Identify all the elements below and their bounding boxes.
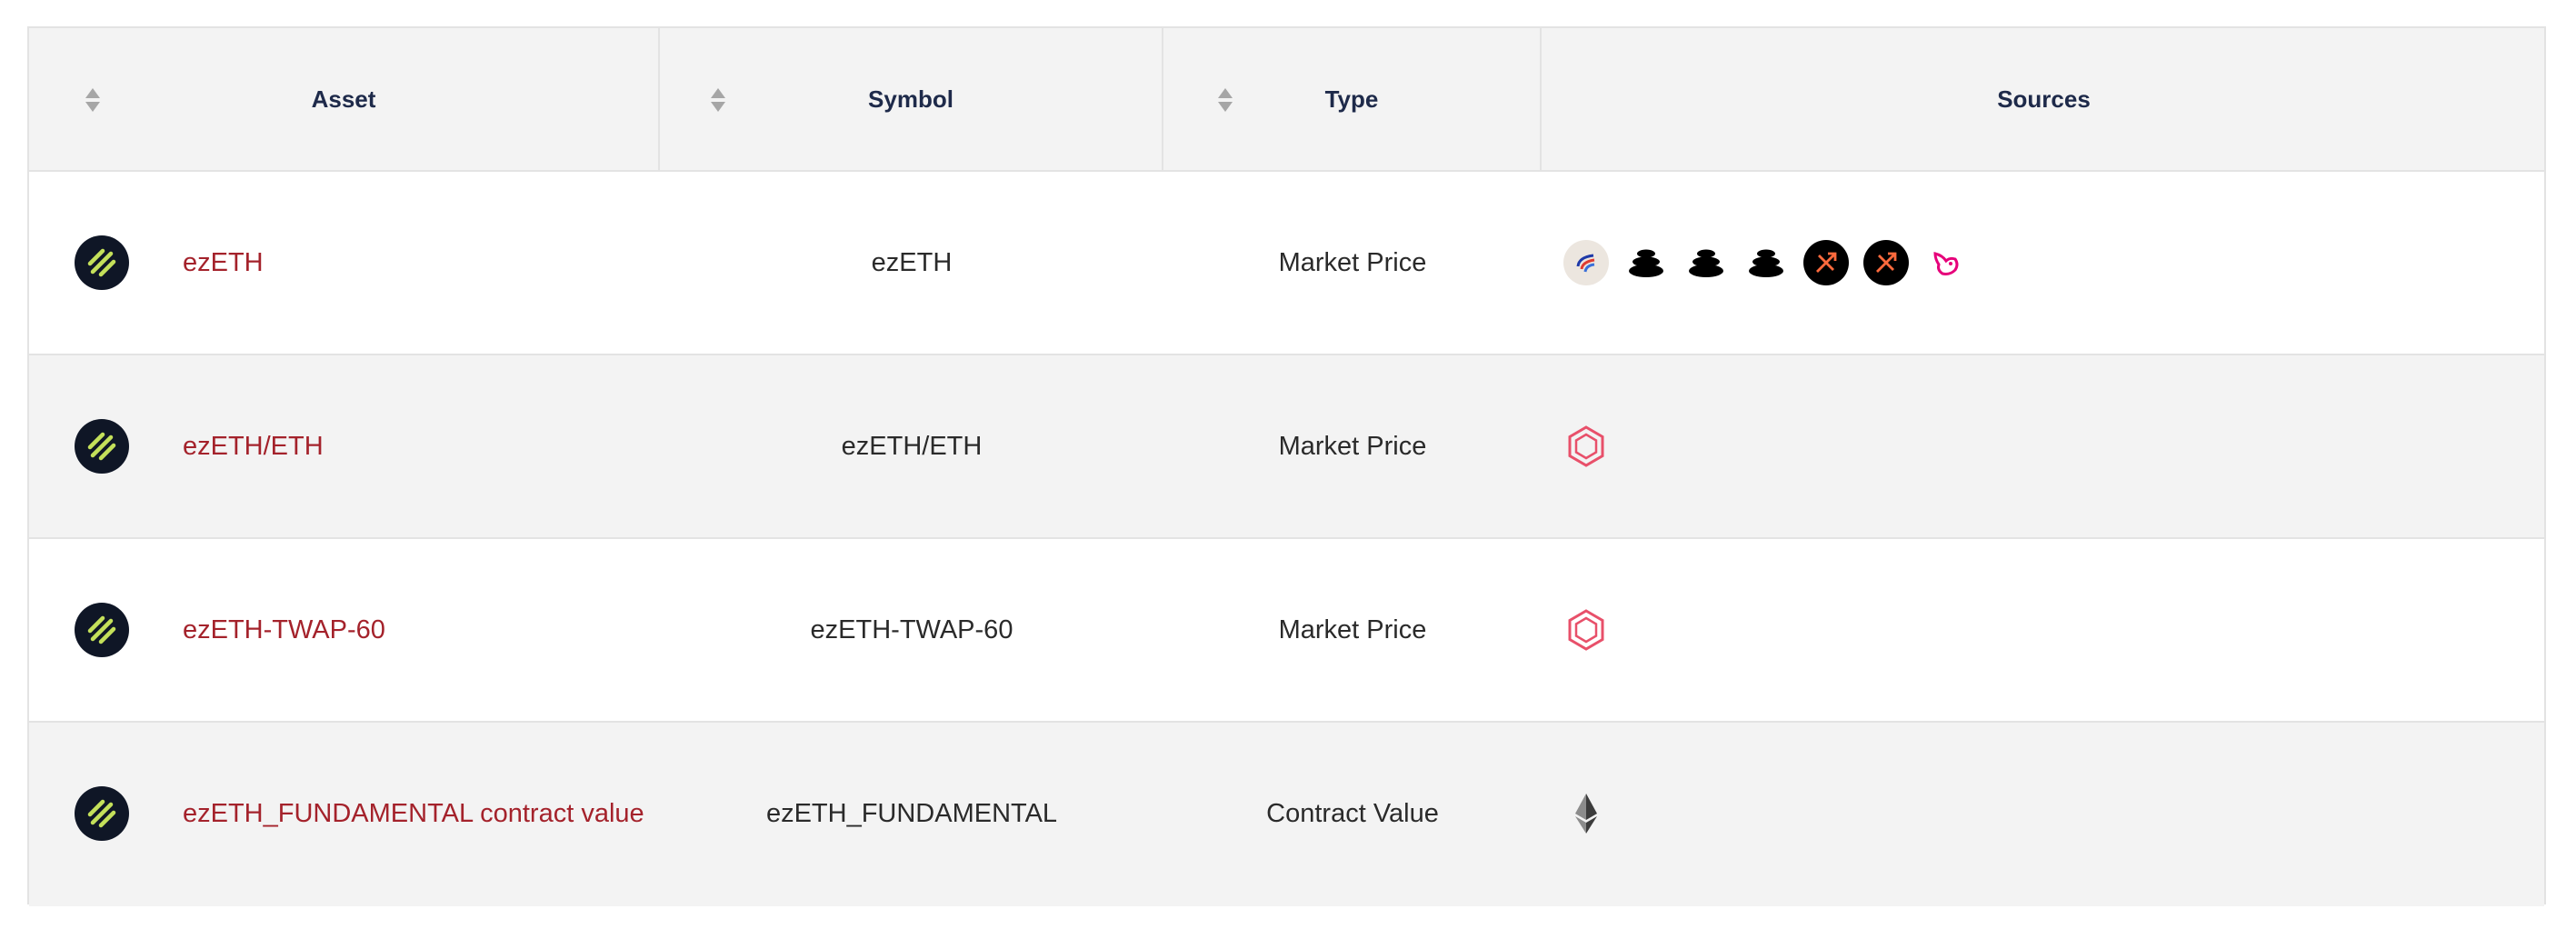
header-asset-label: Asset [311,85,376,113]
asset-link[interactable]: ezETH [183,172,264,354]
asset-link[interactable]: ezETH_FUNDAMENTAL contract value [183,723,644,904]
sources-cell [1563,723,1622,904]
symbol-cell: ezETH [871,247,953,277]
header-type-label: Type [1324,85,1379,113]
symbol-cell: ezETH/ETH [841,431,983,461]
header-sources-label: Sources [1997,85,2091,113]
header-type[interactable]: Type [1163,28,1542,170]
renzo-logo-icon [75,235,129,290]
type-cell: Market Price [1278,247,1427,277]
balancer-logo-icon [1742,239,1790,286]
header-symbol-label: Symbol [868,85,954,113]
balancer-logo-icon [1682,239,1730,286]
sort-icon[interactable] [85,88,100,112]
table-row: ezETH ezETH Market Price [29,172,2544,355]
sources-cell [1563,539,1622,721]
ethereum-logo-icon [1563,790,1610,837]
sort-icon[interactable] [711,88,725,112]
hexagon-source-icon [1563,606,1610,654]
uniswap-logo-icon [1922,239,1970,286]
price-feeds-table: Asset Symbol Type Sources ezETH ezETH Ma… [27,26,2546,906]
asset-link[interactable]: ezETH-TWAP-60 [183,539,385,721]
symbol-cell: ezETH_FUNDAMENTAL [765,798,1058,828]
hexagon-source-icon [1563,423,1610,470]
table-header: Asset Symbol Type Sources [29,28,2544,172]
type-cell: Market Price [1278,614,1427,644]
curve-logo-icon [1563,239,1610,286]
type-cell: Contract Value [1266,798,1439,828]
asset-link[interactable]: ezETH/ETH [183,355,324,537]
table-row: ezETH-TWAP-60 ezETH-TWAP-60 Market Price [29,539,2544,723]
symbol-cell: ezETH-TWAP-60 [810,614,1013,644]
balancer-logo-icon [1622,239,1670,286]
sort-icon[interactable] [1218,88,1233,112]
renzo-logo-icon [75,419,129,474]
sources-cell [1563,355,1622,537]
renzo-logo-icon [75,786,129,841]
header-sources: Sources [1542,28,2546,170]
header-asset[interactable]: Asset [29,28,660,170]
maverick-logo-icon [1802,239,1850,286]
maverick-logo-icon [1862,239,1910,286]
renzo-logo-icon [75,603,129,657]
sources-cell [1563,172,1982,354]
table-row: ezETH/ETH ezETH/ETH Market Price [29,355,2544,539]
type-cell: Market Price [1278,431,1427,461]
table-row: ezETH_FUNDAMENTAL contract value ezETH_F… [29,723,2544,906]
header-symbol[interactable]: Symbol [660,28,1163,170]
